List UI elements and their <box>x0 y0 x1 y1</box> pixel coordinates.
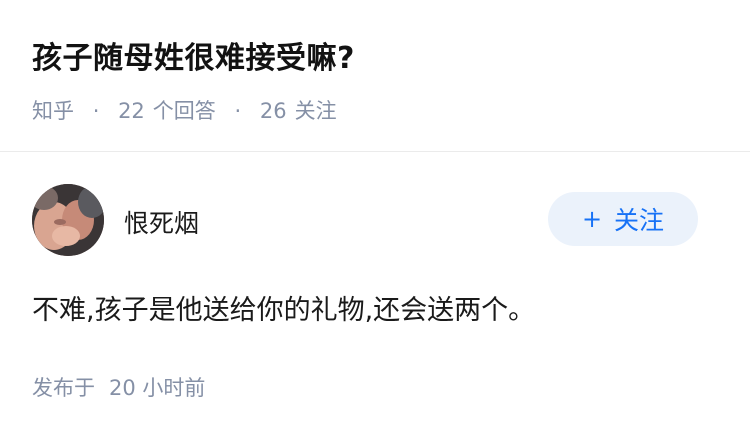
source-label[interactable]: 知乎 <box>32 99 74 123</box>
follower-count-link[interactable]: 26 关注 <box>260 99 337 123</box>
follow-button-label: 关注 <box>614 206 665 235</box>
follow-button[interactable]: + 关注 <box>548 192 698 246</box>
answer-count-label: 个回答 <box>152 99 216 123</box>
separator-dot: · <box>234 99 242 123</box>
avatar[interactable] <box>32 184 104 256</box>
avatar-image <box>32 184 104 256</box>
answer-card: 恨死烟 + 关注 不难,孩子是他送给你的礼物,还会送两个。 发布于 20 小时前 <box>0 152 750 434</box>
answer-count: 22 <box>118 99 145 123</box>
follower-count-label: 关注 <box>294 99 337 123</box>
question-header: 孩子随母姓很难接受嘛? 知乎 · 22 个回答 · 26 关注 <box>0 0 750 151</box>
published-label: 发布于 <box>32 376 95 400</box>
answer-content[interactable]: 不难,孩子是他送给你的礼物,还会送两个。 <box>32 288 535 327</box>
answer-count-link[interactable]: 22 个回答 <box>118 99 216 123</box>
follower-count: 26 <box>259 99 287 123</box>
answer-meta: 发布于 20 小时前 <box>32 372 205 402</box>
question-title[interactable]: 孩子随母姓很难接受嘛? <box>32 33 355 77</box>
author-name[interactable]: 恨死烟 <box>124 204 199 240</box>
plus-icon: + <box>581 205 603 233</box>
separator-dot: · <box>92 99 100 123</box>
question-meta: 知乎 · 22 个回答 · 26 关注 <box>32 95 337 125</box>
published-time: 20 小时前 <box>109 376 206 400</box>
